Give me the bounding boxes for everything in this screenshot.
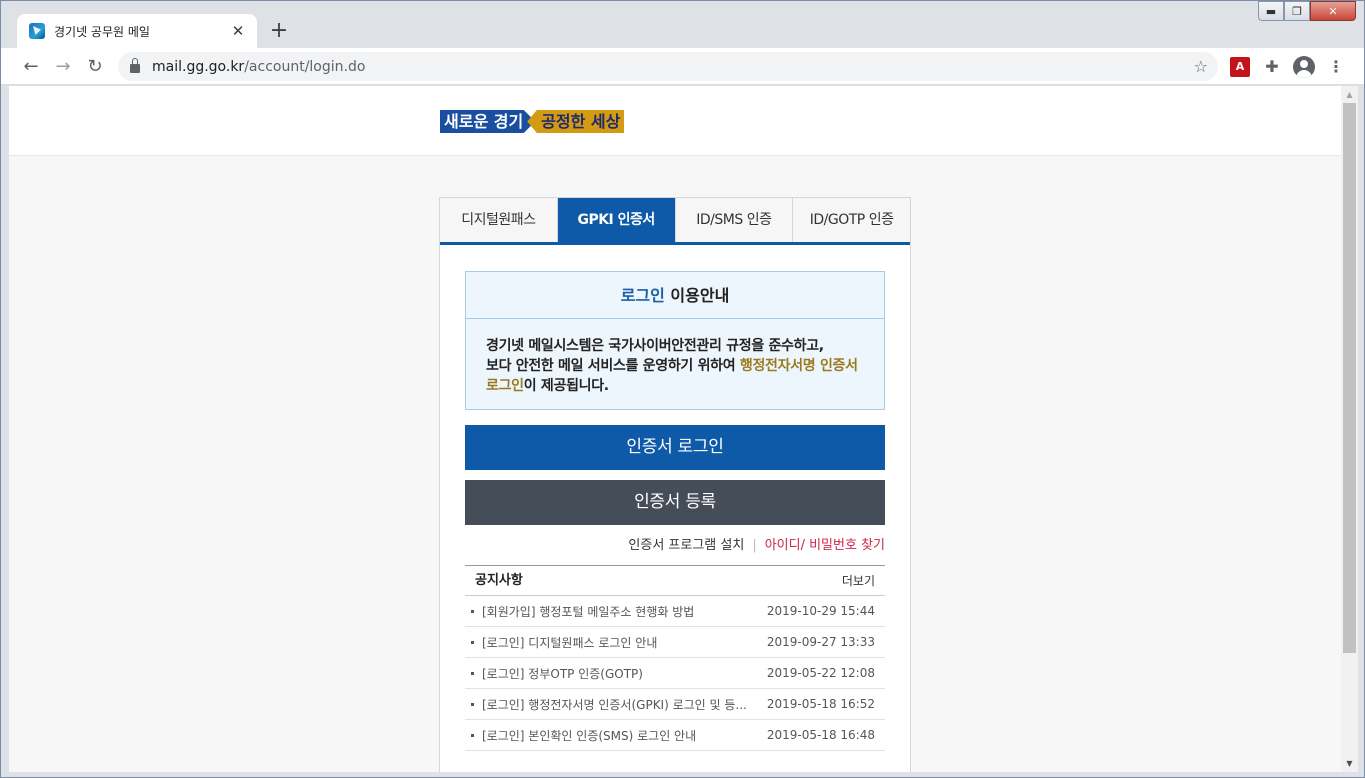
- close-tab-icon[interactable]: ✕: [229, 22, 247, 40]
- bullet-icon: [471, 640, 474, 644]
- notice-row[interactable]: [로그인] 행정전자서명 인증서(GPKI) 로그인 및 등... 2019-0…: [465, 689, 885, 720]
- notice-title[interactable]: [로그인] 행정전자서명 인증서(GPKI) 로그인 및 등...: [482, 696, 767, 713]
- slogan-part1: 새로운 경기: [440, 110, 536, 133]
- notice-date: 2019-05-18 16:52: [766, 697, 875, 711]
- window-controls: ▬ ❐ ✕: [1258, 1, 1356, 21]
- restore-button[interactable]: ❐: [1284, 1, 1310, 21]
- minimize-button[interactable]: ▬: [1258, 1, 1284, 21]
- vertical-scrollbar[interactable]: ▲ ▼: [1341, 86, 1358, 772]
- bullet-icon: [471, 671, 474, 675]
- lock-icon: [130, 58, 140, 73]
- tab-digital-onepass[interactable]: 디지털원패스: [440, 198, 558, 242]
- login-info-panel: 로그인 이용안내 경기넷 메일시스템은 국가사이버안전관리 규정을 준수하고, …: [465, 271, 885, 410]
- notice-row[interactable]: [로그인] 본인확인 인증(SMS) 로그인 안내 2019-05-18 16:…: [465, 720, 885, 751]
- notice-board: 공지사항 더보기 [회원가입] 행정포털 메일주소 현행화 방법 2019-10…: [465, 565, 885, 751]
- notice-title[interactable]: [로그인] 정부OTP 인증(GOTP): [482, 665, 767, 682]
- info-body: 경기넷 메일시스템은 국가사이버안전관리 규정을 준수하고, 보다 안전한 메일…: [466, 319, 884, 396]
- new-tab-button[interactable]: +: [265, 18, 293, 46]
- bullet-icon: [471, 702, 474, 706]
- extensions-puzzle-icon[interactable]: ✚: [1262, 57, 1282, 77]
- notice-heading: 공지사항: [475, 573, 523, 588]
- bullet-icon: [471, 609, 474, 613]
- browser-toolbar: ← → ↻ mail.gg.go.kr/account/login.do ☆ A…: [1, 48, 1364, 85]
- helper-links: 인증서 프로그램 설치 | 아이디/ 비밀번호 찾기: [465, 534, 885, 553]
- tab-gpki-cert[interactable]: GPKI 인증서: [557, 198, 676, 242]
- info-line1: 경기넷 메일시스템은 국가사이버안전관리 규정을 준수하고,: [486, 338, 824, 354]
- notice-title[interactable]: [로그인] 본인확인 인증(SMS) 로그인 안내: [482, 727, 767, 744]
- info-line2a: 보다 안전한 메일 서비스를 운영하기 위하여: [486, 358, 740, 374]
- login-method-tabs: 디지털원패스 GPKI 인증서 ID/SMS 인증 ID/GOTP 인증: [440, 198, 910, 245]
- scroll-up-arrow-icon[interactable]: ▲: [1341, 86, 1358, 103]
- scroll-thumb[interactable]: [1343, 103, 1356, 653]
- info-title: 로그인 이용안내: [466, 272, 884, 319]
- profile-avatar-icon[interactable]: [1293, 56, 1315, 78]
- tab-id-sms[interactable]: ID/SMS 인증: [675, 198, 794, 242]
- notice-date: 2019-09-27 13:33: [766, 635, 875, 649]
- bookmark-star-icon[interactable]: ☆: [1194, 57, 1208, 76]
- bullet-icon: [471, 733, 474, 737]
- info-line2b: 이 제공됩니다.: [523, 378, 609, 394]
- info-title-rest: 이용안내: [664, 286, 730, 305]
- tab-strip: 경기넷 공무원 메일 ✕ + ▬ ❐ ✕: [1, 1, 1364, 48]
- url-text: mail.gg.go.kr/account/login.do: [152, 59, 365, 75]
- site-favicon-icon: [29, 23, 45, 39]
- forward-arrow-icon[interactable]: →: [49, 53, 77, 81]
- reload-icon[interactable]: ↻: [81, 53, 109, 81]
- cert-login-button[interactable]: 인증서 로그인: [465, 425, 885, 470]
- scroll-down-arrow-icon[interactable]: ▼: [1341, 755, 1358, 772]
- notice-row[interactable]: [회원가입] 행정포털 메일주소 현행화 방법 2019-10-29 15:44: [465, 596, 885, 627]
- notice-title[interactable]: [회원가입] 행정포털 메일주소 현행화 방법: [482, 603, 767, 620]
- notice-date: 2019-10-29 15:44: [766, 604, 875, 618]
- tab-title: 경기넷 공무원 메일: [54, 24, 150, 39]
- close-window-button[interactable]: ✕: [1310, 1, 1356, 21]
- login-box: 디지털원패스 GPKI 인증서 ID/SMS 인증 ID/GOTP 인증 로그인…: [439, 197, 911, 772]
- url-path: /account/login.do: [244, 58, 366, 75]
- url-host: mail.gg.go.kr: [152, 58, 245, 75]
- info-title-highlight: 로그인: [620, 286, 665, 305]
- page-viewport: 새로운 경기 공정한 세상 디지털원패스 GPKI 인증서 ID/SMS 인증 …: [9, 86, 1341, 772]
- slogan-logo: 새로운 경기 공정한 세상: [440, 110, 625, 133]
- notice-row[interactable]: [로그인] 디지털원패스 로그인 안내 2019-09-27 13:33: [465, 627, 885, 658]
- address-bar[interactable]: mail.gg.go.kr/account/login.do ☆: [118, 52, 1218, 81]
- slogan-part2: 공정한 세상: [527, 110, 625, 133]
- cert-register-button[interactable]: 인증서 등록: [465, 480, 885, 525]
- pdf-extension-icon[interactable]: A: [1230, 57, 1250, 77]
- back-arrow-icon[interactable]: ←: [17, 53, 45, 81]
- link-separator: |: [752, 538, 757, 553]
- browser-tab[interactable]: 경기넷 공무원 메일 ✕: [17, 14, 257, 48]
- notice-header: 공지사항 더보기: [465, 566, 885, 596]
- notice-date: 2019-05-22 12:08: [766, 666, 875, 680]
- find-id-password-link[interactable]: 아이디/ 비밀번호 찾기: [765, 538, 885, 553]
- notice-date: 2019-05-18 16:48: [766, 728, 875, 742]
- tab-id-gotp[interactable]: ID/GOTP 인증: [793, 198, 910, 242]
- browser-window: 경기넷 공무원 메일 ✕ + ▬ ❐ ✕ ← → ↻ mail.gg.go.kr…: [0, 0, 1365, 778]
- notice-row[interactable]: [로그인] 정부OTP 인증(GOTP) 2019-05-22 12:08: [465, 658, 885, 689]
- notice-title[interactable]: [로그인] 디지털원패스 로그인 안내: [482, 634, 767, 651]
- notice-more-link[interactable]: 더보기: [842, 566, 875, 595]
- more-menu-icon[interactable]: ⋮: [1327, 55, 1345, 79]
- install-program-link[interactable]: 인증서 프로그램 설치: [628, 538, 744, 553]
- site-header: 새로운 경기 공정한 세상: [9, 86, 1341, 156]
